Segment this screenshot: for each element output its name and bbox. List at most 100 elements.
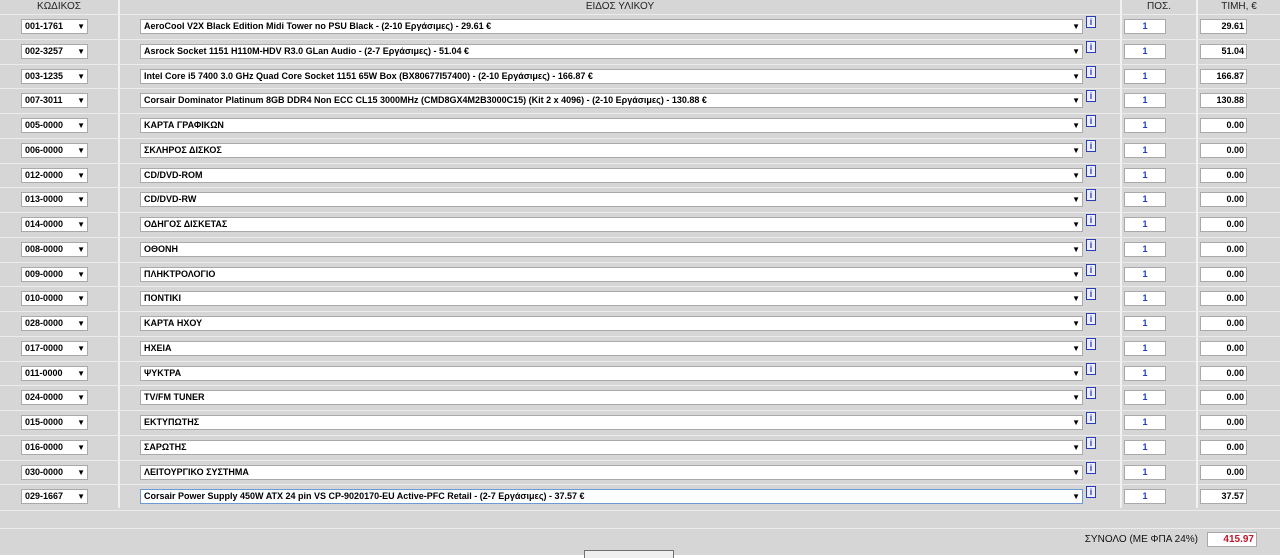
component-select[interactable]: ΗΧΕΙΑ ▼ <box>140 340 1083 356</box>
code-select[interactable]: 001-1761 ▼ <box>21 19 88 34</box>
info-icon[interactable]: i <box>1086 16 1096 28</box>
code-value: 030-0000 <box>25 466 64 477</box>
price-field: 0.00 <box>1200 142 1247 158</box>
price-field: 166.87 <box>1200 68 1247 84</box>
table-row: 011-0000 ▼ ΨΥΚΤΡΑ ▼ i 1 0.00 <box>0 360 1280 386</box>
quantity-input[interactable]: 1 <box>1124 340 1166 356</box>
info-icon[interactable]: i <box>1086 337 1096 350</box>
quantity-input[interactable]: 1 <box>1124 464 1166 480</box>
info-icon[interactable]: i <box>1086 313 1096 325</box>
info-icon[interactable]: i <box>1086 90 1096 103</box>
quantity-input[interactable]: 1 <box>1124 118 1166 133</box>
info-icon[interactable]: i <box>1086 436 1096 449</box>
component-select[interactable]: CD/DVD-RW ▼ <box>140 192 1083 208</box>
info-icon[interactable]: i <box>1086 461 1096 474</box>
code-value: 008-0000 <box>25 243 64 254</box>
quantity-input[interactable]: 1 <box>1124 19 1166 34</box>
component-select[interactable]: TV/FM TUNER ▼ <box>140 390 1083 406</box>
info-icon[interactable]: i <box>1086 115 1096 127</box>
component-select[interactable]: Corsair Dominator Platinum 8GB DDR4 Non … <box>140 93 1083 109</box>
component-select[interactable]: Intel Core i5 7400 3.0 GHz Quad Core Soc… <box>140 68 1083 84</box>
quantity-input[interactable]: 1 <box>1124 316 1166 331</box>
code-select[interactable]: 006-0000 ▼ <box>21 142 88 158</box>
component-select[interactable]: ΟΔΗΓΟΣ ΔΙΣΚΕΤΑΣ ▼ <box>140 217 1083 232</box>
code-select[interactable]: 029-1667 ▼ <box>21 489 88 505</box>
quantity-input[interactable]: 1 <box>1124 192 1166 208</box>
quantity-input[interactable]: 1 <box>1124 390 1166 406</box>
table-row: 015-0000 ▼ ΕΚΤΥΠΩΤΗΣ ▼ i 1 0.00 <box>0 410 1280 435</box>
info-icon[interactable]: i <box>1086 486 1096 499</box>
component-select[interactable]: ΠΛΗΚΤΡΟΛΟΓΙΟ ▼ <box>140 266 1083 282</box>
code-select[interactable]: 017-0000 ▼ <box>21 340 88 356</box>
component-value: ΣΚΛΗΡΟΣ ΔΙΣΚΟΣ <box>144 144 222 155</box>
info-icon[interactable]: i <box>1086 288 1096 301</box>
quantity-input[interactable]: 1 <box>1124 217 1166 232</box>
quantity-input[interactable]: 1 <box>1124 93 1166 109</box>
code-select[interactable]: 002-3257 ▼ <box>21 43 88 59</box>
code-select[interactable]: 015-0000 ▼ <box>21 415 88 430</box>
component-select[interactable]: ΨΥΚΤΡΑ ▼ <box>140 365 1083 381</box>
component-select[interactable]: ΣΑΡΩΤΗΣ ▼ <box>140 439 1083 455</box>
code-select[interactable]: 016-0000 ▼ <box>21 439 88 455</box>
info-icon[interactable]: i <box>1086 164 1096 177</box>
info-icon[interactable]: i <box>1086 65 1096 78</box>
info-icon[interactable]: i <box>1086 362 1096 375</box>
info-icon[interactable]: i <box>1086 263 1096 276</box>
pc-configurator-table: ΚΩΔΙΚΟΣ ΕΙΔΟΣ ΥΛΙΚΟΥ ΠΟΣ. ΤΙΜΗ, € 001-17… <box>0 0 1280 558</box>
component-select[interactable]: ΣΚΛΗΡΟΣ ΔΙΣΚΟΣ ▼ <box>140 142 1083 158</box>
info-icon[interactable]: i <box>1086 189 1096 202</box>
quantity-input[interactable]: 1 <box>1124 266 1166 282</box>
info-icon[interactable]: i <box>1086 238 1096 251</box>
quantity-input[interactable]: 1 <box>1124 439 1166 455</box>
info-icon[interactable]: i <box>1086 387 1096 400</box>
row-divider <box>0 236 1280 238</box>
code-select[interactable]: 013-0000 ▼ <box>21 192 88 208</box>
component-select[interactable]: ΚΑΡΤΑ ΗΧΟΥ ▼ <box>140 316 1083 331</box>
code-select[interactable]: 003-1235 ▼ <box>21 68 88 84</box>
component-select[interactable]: Corsair Power Supply 450W ATX 24 pin VS … <box>140 489 1083 505</box>
submit-button[interactable] <box>584 550 674 558</box>
spacer-row <box>0 510 1280 527</box>
code-value: 006-0000 <box>25 144 64 155</box>
quantity-input[interactable]: 1 <box>1124 415 1166 430</box>
code-select[interactable]: 010-0000 ▼ <box>21 291 88 307</box>
quantity-input[interactable]: 1 <box>1124 291 1166 307</box>
code-select[interactable]: 007-3011 ▼ <box>21 93 88 109</box>
quantity-input[interactable]: 1 <box>1124 365 1166 381</box>
component-select[interactable]: CD/DVD-ROM ▼ <box>140 167 1083 183</box>
code-select[interactable]: 008-0000 ▼ <box>21 241 88 257</box>
table-row: 007-3011 ▼ Corsair Dominator Platinum 8GB … <box>0 88 1280 113</box>
component-select[interactable]: AeroCool V2X Black Edition Midi Tower no… <box>140 19 1083 34</box>
code-select[interactable]: 005-0000 ▼ <box>21 118 88 133</box>
component-select[interactable]: ΛΕΙΤΟΥΡΓΙΚΟ ΣΥΣΤΗΜΑ ▼ <box>140 464 1083 480</box>
table-row: 014-0000 ▼ ΟΔΗΓΟΣ ΔΙΣΚΕΤΑΣ ▼ i 1 0.00 <box>0 212 1280 237</box>
code-select[interactable]: 012-0000 ▼ <box>21 167 88 183</box>
code-select[interactable]: 014-0000 ▼ <box>21 217 88 232</box>
code-select[interactable]: 011-0000 ▼ <box>21 365 88 381</box>
info-icon[interactable]: i <box>1086 214 1096 226</box>
component-value: Corsair Power Supply 450W ATX 24 pin VS … <box>144 491 585 502</box>
code-select[interactable]: 030-0000 ▼ <box>21 464 88 480</box>
component-select[interactable]: ΠΟΝΤΙΚΙ ▼ <box>140 291 1083 307</box>
quantity-input[interactable]: 1 <box>1124 142 1166 158</box>
quantity-input[interactable]: 1 <box>1124 489 1166 505</box>
chevron-down-icon: ▼ <box>1072 418 1080 427</box>
component-select[interactable]: ΟΘΟΝΗ ▼ <box>140 241 1083 257</box>
component-value: Corsair Dominator Platinum 8GB DDR4 Non … <box>144 95 707 106</box>
component-select[interactable]: ΚΑΡΤΑ ΓΡΑΦΙΚΩΝ ▼ <box>140 118 1083 133</box>
component-value: Asrock Socket 1151 H110M-HDV R3.0 GLan A… <box>144 45 469 56</box>
quantity-input[interactable]: 1 <box>1124 43 1166 59</box>
code-select[interactable]: 024-0000 ▼ <box>21 390 88 406</box>
quantity-input[interactable]: 1 <box>1124 68 1166 84</box>
quantity-input[interactable]: 1 <box>1124 167 1166 183</box>
component-select[interactable]: Asrock Socket 1151 H110M-HDV R3.0 GLan A… <box>140 43 1083 59</box>
row-divider <box>0 63 1280 65</box>
component-select[interactable]: ΕΚΤΥΠΩΤΗΣ ▼ <box>140 415 1083 430</box>
quantity-input[interactable]: 1 <box>1124 241 1166 257</box>
code-select[interactable]: 009-0000 ▼ <box>21 266 88 282</box>
info-icon[interactable]: i <box>1086 139 1096 152</box>
component-value: TV/FM TUNER <box>144 392 205 403</box>
info-icon[interactable]: i <box>1086 412 1096 424</box>
info-icon[interactable]: i <box>1086 40 1096 53</box>
code-select[interactable]: 028-0000 ▼ <box>21 316 88 331</box>
